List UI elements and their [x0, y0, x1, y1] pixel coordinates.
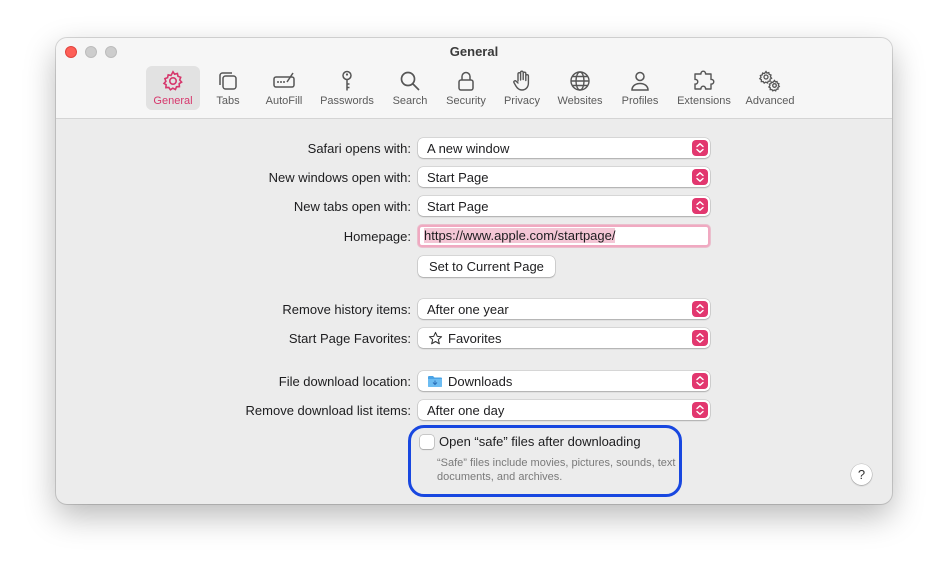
lock-icon	[453, 68, 479, 94]
tab-autofill[interactable]: AutoFill	[259, 66, 309, 110]
safari-opens-with-popup[interactable]: A new window	[418, 138, 710, 158]
chevron-updown-icon	[692, 140, 708, 156]
chevron-updown-icon	[692, 198, 708, 214]
popup-value: Downloads	[448, 373, 513, 389]
key-icon	[334, 68, 360, 94]
new-tabs-popup[interactable]: Start Page	[418, 196, 710, 216]
hand-icon	[509, 68, 535, 94]
titlebar: General General Tabs AutoFill Passwords …	[56, 38, 892, 119]
homepage-value: https://www.apple.com/startpage/	[424, 228, 616, 243]
new-tabs-label: New tabs open with:	[293, 199, 411, 214]
open-safe-files-help: “Safe” files include movies, pictures, s…	[437, 457, 676, 483]
popup-value: Start Page	[427, 169, 489, 185]
remove-history-label: Remove history items:	[282, 302, 411, 317]
popup-value: A new window	[427, 140, 510, 156]
tab-search[interactable]: Search	[386, 66, 434, 110]
open-safe-files-label[interactable]: Open “safe” files after downloading	[439, 434, 641, 449]
window-title: General	[449, 44, 499, 59]
chevron-updown-icon	[692, 373, 708, 389]
tab-extensions[interactable]: Extensions	[673, 66, 735, 110]
homepage-label: Homepage:	[343, 229, 411, 244]
remove-download-label: Remove download list items:	[245, 403, 411, 418]
search-icon	[397, 68, 423, 94]
start-page-favorites-popup[interactable]: Favorites	[418, 328, 710, 348]
popup-value: After one year	[427, 301, 509, 317]
popup-value: After one day	[427, 402, 505, 418]
tab-websites[interactable]: Websites	[552, 66, 608, 110]
preferences-window: General General Tabs AutoFill Passwords …	[56, 38, 892, 504]
chevron-updown-icon	[692, 301, 708, 317]
person-icon	[627, 68, 653, 94]
popup-value: Favorites	[448, 330, 502, 346]
tab-advanced[interactable]: Advanced	[742, 66, 798, 110]
gears-icon	[757, 68, 783, 94]
new-windows-label: New windows open with:	[268, 170, 411, 185]
popup-value: Start Page	[427, 198, 489, 214]
folder-icon	[427, 374, 443, 388]
star-icon	[427, 331, 443, 345]
tabs-icon	[215, 68, 241, 94]
download-location-popup[interactable]: Downloads	[418, 371, 710, 391]
tab-general[interactable]: General	[146, 66, 200, 110]
help-button[interactable]: ?	[851, 464, 872, 485]
tab-tabs[interactable]: Tabs	[206, 66, 250, 110]
tab-privacy[interactable]: Privacy	[499, 66, 545, 110]
remove-download-popup[interactable]: After one day	[418, 400, 710, 420]
start-page-favorites-label: Start Page Favorites:	[288, 331, 411, 346]
homepage-input[interactable]: https://www.apple.com/startpage/	[418, 225, 710, 247]
tab-security[interactable]: Security	[441, 66, 491, 110]
open-safe-files-checkbox[interactable]	[420, 435, 434, 449]
chevron-updown-icon	[692, 330, 708, 346]
puzzle-icon	[691, 68, 717, 94]
chevron-updown-icon	[692, 169, 708, 185]
tab-profiles[interactable]: Profiles	[615, 66, 665, 110]
tab-passwords[interactable]: Passwords	[316, 66, 378, 110]
gear-icon	[160, 68, 186, 94]
new-windows-popup[interactable]: Start Page	[418, 167, 710, 187]
remove-history-popup[interactable]: After one year	[418, 299, 710, 319]
chevron-updown-icon	[692, 402, 708, 418]
safari-opens-with-label: Safari opens with:	[307, 141, 411, 156]
globe-icon	[567, 68, 593, 94]
set-to-current-page-button[interactable]: Set to Current Page	[418, 256, 555, 277]
autofill-icon	[271, 68, 297, 94]
download-location-label: File download location:	[278, 374, 411, 389]
general-settings-pane: Safari opens with: A new window New wind…	[56, 119, 892, 504]
